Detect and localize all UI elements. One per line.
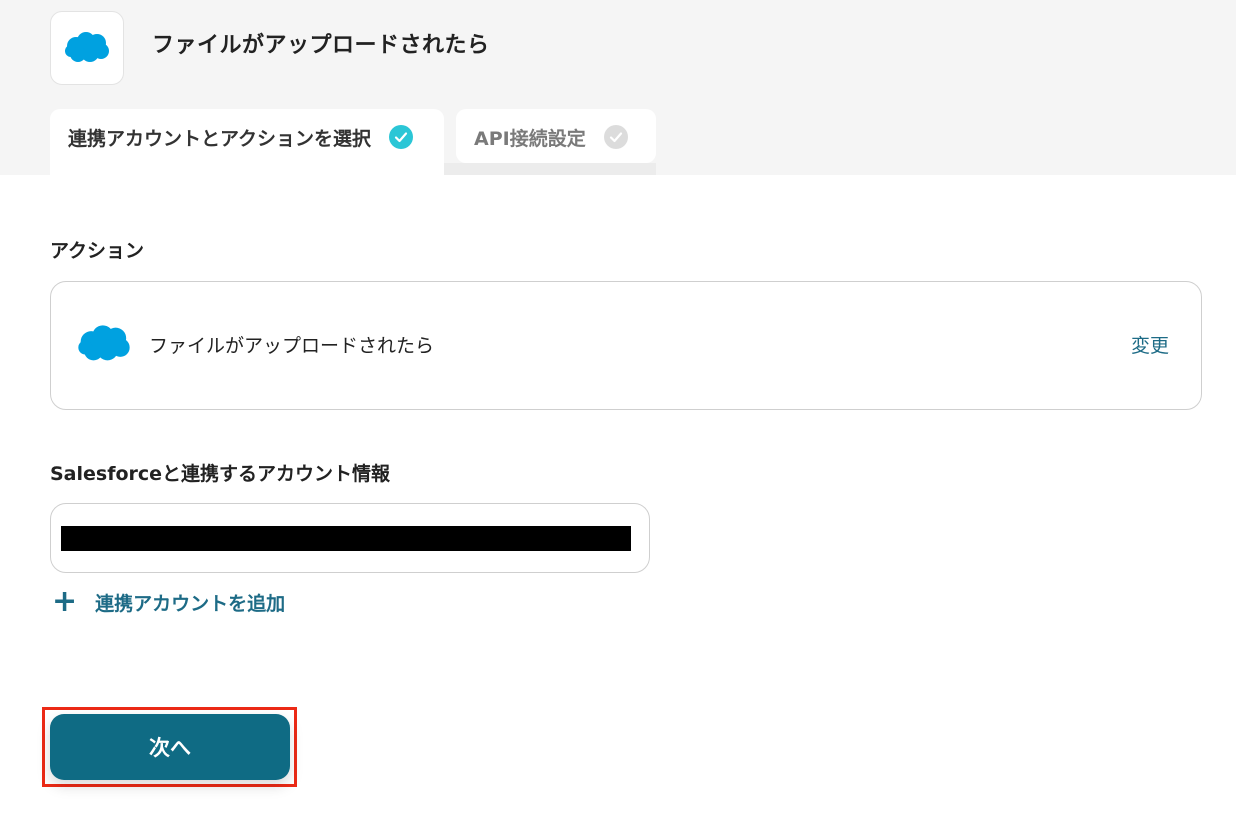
account-section-label: Salesforceと連携するアカウント情報	[50, 463, 391, 485]
next-button[interactable]: 次へ	[50, 714, 290, 780]
check-pending-icon	[603, 125, 628, 149]
app-icon	[50, 11, 124, 85]
action-name: ファイルがアップロードされたら	[149, 335, 435, 357]
salesforce-cloud-icon	[78, 325, 130, 361]
action-card: ファイルがアップロードされたら 変更	[50, 281, 1202, 410]
action-section-label: アクション	[50, 240, 145, 262]
tab-shade	[444, 163, 656, 175]
page-title: ファイルがアップロードされたら	[152, 33, 490, 58]
change-action-link[interactable]: 変更	[1131, 331, 1169, 358]
check-complete-icon	[389, 125, 414, 149]
add-account-label: 連携アカウントを追加	[95, 592, 286, 615]
salesforce-cloud-icon	[65, 32, 109, 62]
tab-select-account-action[interactable]: 連携アカウントとアクションを選択	[50, 109, 444, 175]
tab-api-settings[interactable]: API接続設定	[456, 109, 656, 163]
tab-label: API接続設定	[474, 128, 586, 150]
account-select-field[interactable]	[50, 503, 650, 573]
add-account-link[interactable]: + 連携アカウントを追加	[52, 587, 285, 617]
tab-label: 連携アカウントとアクションを選択	[68, 128, 372, 150]
redacted-account-value	[61, 526, 631, 551]
plus-icon: +	[52, 584, 78, 619]
